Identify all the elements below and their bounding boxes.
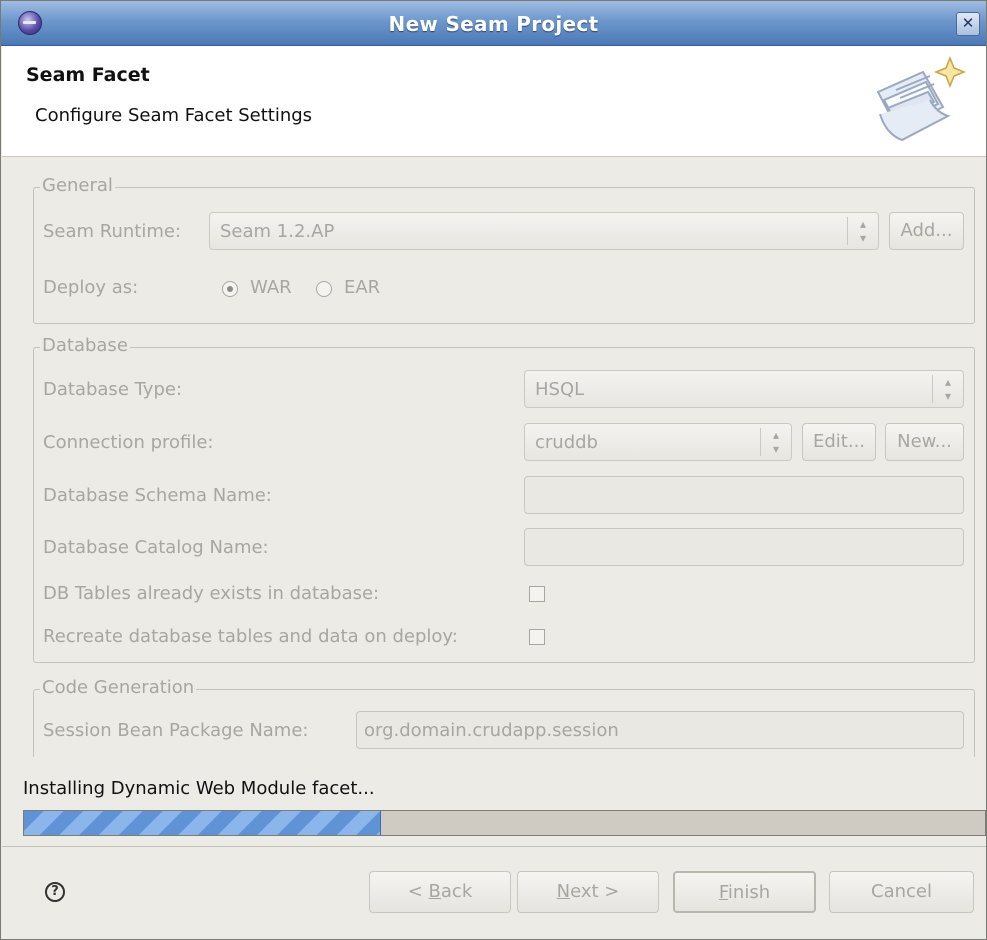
finish-button-mnemonic: F xyxy=(718,882,728,903)
add-runtime-button[interactable]: Add... xyxy=(889,212,964,250)
session-bean-package-value: org.domain.crudapp.session xyxy=(364,720,619,741)
database-group-title: Database xyxy=(40,335,130,356)
progress-bar-fill xyxy=(24,811,381,835)
deploy-as-label: Deploy as: xyxy=(43,277,139,298)
footer-divider xyxy=(2,846,986,847)
deploy-war-label: WAR xyxy=(250,277,292,298)
finish-button[interactable]: Finish xyxy=(673,871,816,913)
seam-runtime-select[interactable]: Seam 1.2.AP ▴ ▾ xyxy=(209,212,879,250)
deploy-ear-radio[interactable] xyxy=(316,281,332,297)
back-button[interactable]: < Back xyxy=(369,871,511,913)
chevron-updown-icon: ▴ ▾ xyxy=(932,375,963,403)
seam-runtime-value: Seam 1.2.AP xyxy=(220,221,335,242)
seam-wizard-icon xyxy=(876,55,967,142)
title-bar[interactable]: New Seam Project ✕ xyxy=(1,1,986,46)
database-type-value: HSQL xyxy=(535,379,585,400)
schema-name-label: Database Schema Name: xyxy=(43,485,272,506)
general-group-title: General xyxy=(40,175,115,196)
next-button-mnemonic: N xyxy=(556,881,571,902)
window-title: New Seam Project xyxy=(388,12,599,36)
new-profile-button[interactable]: New... xyxy=(885,423,964,461)
cancel-button[interactable]: Cancel xyxy=(829,871,974,913)
recreate-tables-label: Recreate database tables and data on dep… xyxy=(43,626,458,647)
general-group: General xyxy=(33,175,975,324)
catalog-name-field[interactable] xyxy=(524,528,964,566)
page-description: Configure Seam Facet Settings xyxy=(35,105,313,126)
schema-name-field[interactable] xyxy=(524,476,964,514)
page-title: Seam Facet xyxy=(26,64,150,86)
deploy-ear-label: EAR xyxy=(344,277,381,298)
recreate-tables-checkbox[interactable] xyxy=(529,629,545,645)
progress-bar xyxy=(23,810,986,836)
catalog-name-label: Database Catalog Name: xyxy=(43,537,269,558)
back-button-prefix: < xyxy=(407,881,429,902)
code-generation-group-title: Code Generation xyxy=(40,677,197,698)
next-button[interactable]: Next > xyxy=(517,871,659,913)
wizard-banner: Seam Facet Configure Seam Facet Settings xyxy=(2,46,986,157)
back-button-mnemonic: B xyxy=(428,881,441,902)
chevron-updown-icon: ▴ ▾ xyxy=(847,217,878,245)
edit-profile-button[interactable]: Edit... xyxy=(802,423,876,461)
back-button-label-rest: ack xyxy=(440,881,473,902)
tables-exist-checkbox[interactable] xyxy=(529,586,545,602)
database-type-select[interactable]: HSQL ▴ ▾ xyxy=(524,370,964,408)
session-bean-package-label: Session Bean Package Name: xyxy=(43,720,309,741)
finish-button-label-rest: inish xyxy=(727,882,771,903)
connection-profile-label: Connection profile: xyxy=(43,432,214,453)
progress-status-text: Installing Dynamic Web Module facet... xyxy=(23,778,375,799)
connection-profile-select[interactable]: cruddb ▴ ▾ xyxy=(524,423,792,461)
seam-runtime-label: Seam Runtime: xyxy=(43,221,182,242)
connection-profile-value: cruddb xyxy=(535,432,598,453)
chevron-updown-icon: ▴ ▾ xyxy=(760,428,791,456)
help-icon[interactable]: ? xyxy=(45,882,65,902)
next-button-label-rest: ext > xyxy=(570,881,620,902)
session-bean-package-field[interactable]: org.domain.crudapp.session xyxy=(356,711,964,749)
new-seam-project-dialog: New Seam Project ✕ Seam Facet Configure … xyxy=(0,0,987,940)
database-type-label: Database Type: xyxy=(43,379,183,400)
close-icon[interactable]: ✕ xyxy=(956,12,980,36)
deploy-war-radio[interactable] xyxy=(222,281,238,297)
tables-exist-label: DB Tables already exists in database: xyxy=(43,583,380,604)
